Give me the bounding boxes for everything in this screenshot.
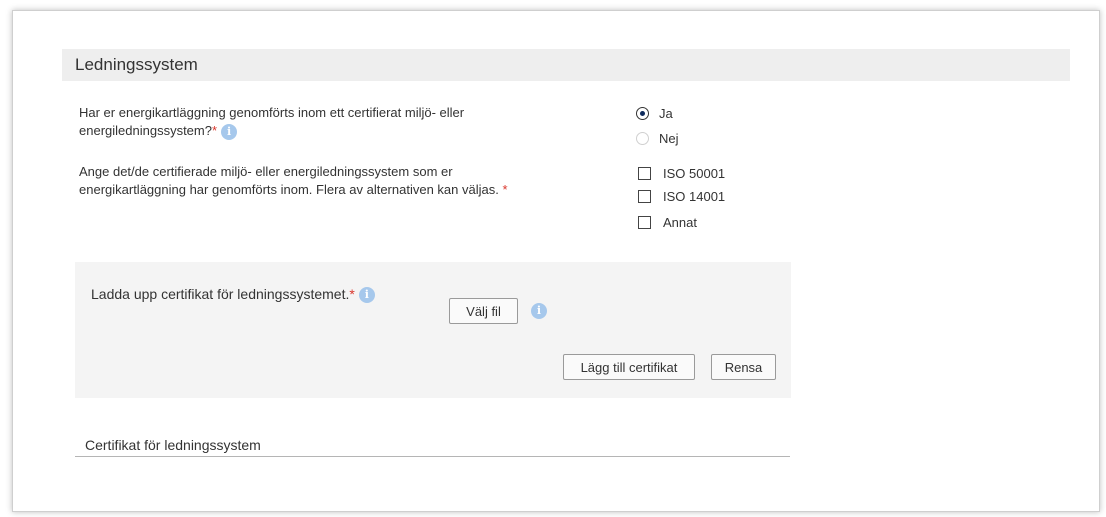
checkbox-icon[interactable]	[638, 190, 651, 203]
clear-button[interactable]: Rensa	[711, 354, 776, 380]
upload-label: Ladda upp certifikat för ledningssysteme…	[91, 286, 350, 302]
question-management-systems: Ange det/de certifierade miljö- eller en…	[79, 163, 508, 199]
required-marker: *	[502, 182, 508, 197]
question-text-line1: Ange det/de certifierade miljö- eller en…	[79, 164, 453, 179]
required-marker: *	[211, 123, 218, 138]
question-text-line2: energiledningssystem?	[79, 123, 212, 138]
radio-label-nej: Nej	[659, 131, 679, 146]
section-title: Ledningssystem	[75, 55, 198, 74]
info-icon[interactable]: i	[358, 287, 375, 304]
checkbox-icon[interactable]	[638, 216, 651, 229]
radio-option-ja[interactable]: Ja	[636, 106, 673, 121]
question-text-line1: Har er energikartläggning genomförts ino…	[79, 105, 465, 120]
radio-option-nej[interactable]: Nej	[636, 131, 679, 146]
certificate-list-title: Certifikat för ledningssystem	[85, 437, 261, 453]
section-header: Ledningssystem	[62, 49, 1070, 81]
choose-file-button[interactable]: Välj fil	[449, 298, 518, 324]
checkbox-label: Annat	[663, 215, 697, 230]
info-icon[interactable]: i	[221, 123, 238, 140]
checkbox-icon[interactable]	[638, 167, 651, 180]
question-text-line2: energikartläggning har genomförts inom. …	[79, 182, 499, 197]
checkbox-label: ISO 50001	[663, 166, 726, 181]
checkbox-iso-50001[interactable]: ISO 50001	[638, 166, 725, 181]
question-certified-system: Har er energikartläggning genomförts ino…	[79, 104, 464, 140]
radio-unchecked-icon[interactable]	[636, 132, 649, 145]
radio-label-ja: Ja	[659, 106, 673, 121]
upload-label-row: Ladda upp certifikat för ledningssysteme…	[91, 285, 375, 304]
info-icon[interactable]: i	[531, 303, 547, 319]
checkbox-label: ISO 14001	[663, 189, 726, 204]
radio-checked-icon[interactable]	[636, 107, 649, 120]
checkbox-iso-14001[interactable]: ISO 14001	[638, 189, 725, 204]
required-marker: *	[349, 286, 355, 302]
divider	[75, 456, 790, 457]
checkbox-annat[interactable]: Annat	[638, 215, 697, 230]
add-certificate-button[interactable]: Lägg till certifikat	[563, 354, 695, 380]
